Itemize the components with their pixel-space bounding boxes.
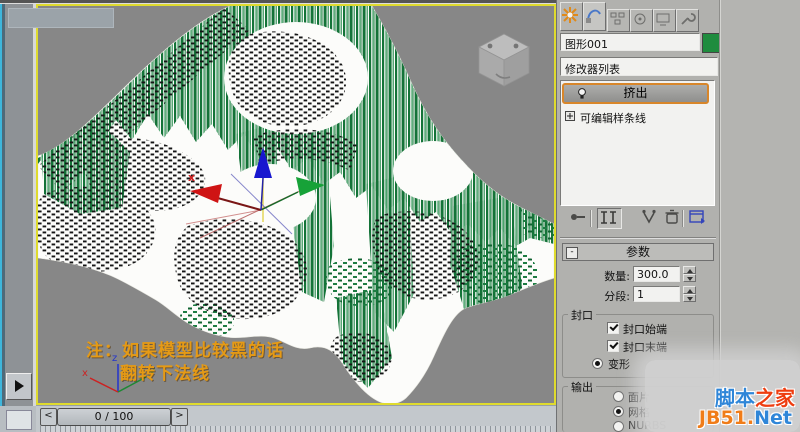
utilities-tab-icon	[677, 10, 696, 29]
spinner-up-icon[interactable]	[683, 286, 696, 294]
create-tab-icon	[561, 3, 580, 28]
show-end-result-button[interactable]	[597, 208, 622, 229]
tab-modify[interactable]	[583, 2, 606, 31]
output-mesh-radio[interactable]	[613, 406, 624, 417]
radio-dot-icon	[616, 409, 621, 414]
timeline-bar: < 0 / 100 >	[36, 405, 556, 432]
toolbar-separator	[682, 210, 684, 227]
tab-motion[interactable]	[630, 9, 653, 32]
stack-toolbar	[560, 208, 718, 230]
bottom-left-corner	[0, 406, 36, 432]
spinner-down-icon[interactable]	[683, 274, 696, 282]
cap-end-checkbox[interactable]	[607, 340, 619, 352]
check-icon	[609, 322, 618, 331]
gizmo-x-label: x	[188, 171, 195, 184]
cap-start-label[interactable]: 封口始端	[623, 321, 667, 337]
bulb-icon	[576, 87, 588, 100]
spinner-down-icon[interactable]	[683, 294, 696, 302]
previous-frame-button[interactable]: <	[40, 408, 57, 426]
panel-separator	[560, 237, 716, 239]
segments-input[interactable]: 1	[633, 286, 680, 302]
morph-label[interactable]: 变形	[608, 356, 630, 372]
plus-box-icon	[565, 111, 575, 121]
watermark-line2: JB51.Net	[699, 407, 792, 429]
motion-tab-icon	[631, 10, 650, 29]
left-toolbar	[0, 0, 36, 432]
collapse-icon[interactable]: -	[566, 247, 578, 259]
output-group-title: 输出	[568, 379, 596, 395]
make-unique-icon[interactable]	[639, 208, 659, 226]
modifier-stack-item-extrude[interactable]: 挤出	[562, 83, 709, 104]
amount-label: 数量:	[586, 268, 630, 284]
modifier-stack: 挤出 可编辑样条线	[560, 80, 715, 206]
tab-create[interactable]	[560, 2, 583, 31]
toolbar-separator	[590, 210, 592, 227]
morph-radio[interactable]	[592, 358, 603, 369]
modifier-label: 挤出	[623, 86, 647, 100]
next-frame-button[interactable]: >	[171, 408, 188, 426]
output-nurbs-radio[interactable]	[613, 421, 624, 432]
corner-box	[6, 410, 32, 430]
play-icon	[15, 380, 24, 392]
rollout-title: 参数	[626, 245, 650, 259]
tab-display[interactable]	[653, 9, 676, 32]
max-window: x x y z 注：如果模型比较黑的话 翻转下法线 <	[0, 0, 800, 432]
modifier-list-dropdown[interactable]: 修改器列表	[560, 57, 718, 76]
hierarchy-tab-icon	[608, 10, 627, 29]
output-patch-radio[interactable]	[613, 391, 624, 402]
display-tab-icon	[654, 10, 673, 29]
object-color-swatch[interactable]	[702, 33, 720, 53]
cap-end-label[interactable]: 封口末端	[623, 339, 667, 355]
segments-spinner[interactable]	[683, 286, 696, 302]
watermark: 脚本之家 JB51.Net	[645, 360, 800, 432]
amount-spinner[interactable]	[683, 266, 696, 282]
pin-icon[interactable]	[568, 208, 588, 226]
watermark-text: Net	[754, 407, 792, 429]
cap-group-title: 封口	[568, 307, 596, 323]
watermark-text: JB51.	[699, 407, 754, 429]
time-slider[interactable]: 0 / 100	[57, 408, 171, 426]
modifier-stack-item-editable-spline[interactable]: 可编辑样条线	[565, 109, 710, 124]
modify-tab-icon	[584, 3, 603, 28]
radio-dot-icon	[595, 361, 600, 366]
viewport-note-line1: 注：如果模型比较黑的话	[86, 336, 284, 361]
configure-modifier-sets-icon[interactable]	[688, 208, 708, 226]
cap-start-checkbox[interactable]	[607, 322, 619, 334]
object-name-input[interactable]: 图形001	[560, 33, 700, 51]
tab-hierarchy[interactable]	[607, 9, 630, 32]
spinner-up-icon[interactable]	[683, 266, 696, 274]
amount-input[interactable]: 300.0	[633, 266, 680, 282]
modifier-label: 可编辑样条线	[580, 110, 646, 126]
parameters-rollout-header[interactable]: - 参数	[562, 243, 714, 261]
left-edge-shade	[2, 0, 5, 432]
blank-tooltip-box	[8, 8, 114, 28]
play-button[interactable]	[6, 373, 32, 400]
tab-utilities[interactable]	[676, 9, 699, 32]
check-icon	[609, 340, 618, 349]
segments-label: 分段:	[586, 288, 630, 304]
remove-modifier-icon[interactable]	[662, 208, 682, 226]
viewport-note-line2: 翻转下法线	[120, 359, 210, 384]
show-end-result-icon	[598, 209, 619, 226]
track-bar[interactable]	[40, 426, 552, 432]
tripod-x-label: x	[82, 368, 88, 379]
